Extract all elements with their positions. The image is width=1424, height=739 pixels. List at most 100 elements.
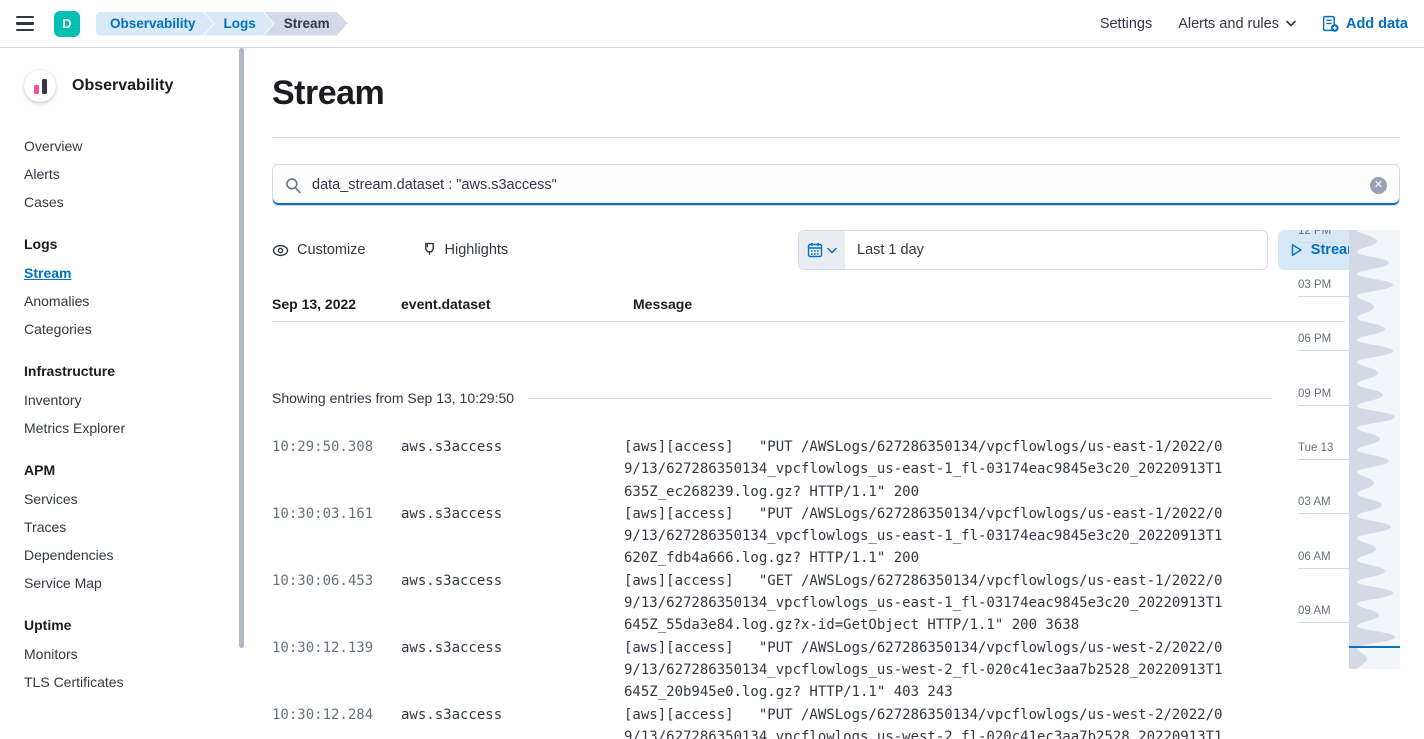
search-input[interactable]: [312, 177, 1370, 193]
table-header-divider: [272, 321, 1345, 322]
minimap-tick: [1298, 568, 1349, 569]
log-entries-list: 10:29:50.308aws.s3access[aws][access] "P…: [272, 436, 1400, 739]
sidebar-scrollbar[interactable]: [239, 48, 244, 648]
settings-button[interactable]: Settings: [1100, 16, 1152, 32]
sidebar-section-header-apm: APM: [24, 460, 248, 480]
minimap-tick: [1298, 513, 1349, 514]
menu-icon[interactable]: [16, 12, 40, 36]
add-data-button[interactable]: Add data: [1322, 15, 1408, 32]
sidebar-nav: Overview Alerts Cases Logs Stream Anomalies Ca…: [24, 136, 248, 692]
clear-search-icon[interactable]: ✕: [1370, 177, 1387, 194]
log-entry-row[interactable]: 10:30:12.139aws.s3access[aws][access] "P…: [272, 637, 1400, 704]
add-data-icon: [1322, 15, 1339, 32]
customize-button[interactable]: Customize: [272, 242, 366, 259]
log-entry-dataset: aws.s3access: [401, 637, 624, 704]
column-header-dataset[interactable]: event.dataset: [401, 296, 624, 312]
sidebar-item-alerts[interactable]: Alerts: [24, 164, 248, 184]
minimap-tick: [1298, 242, 1349, 243]
top-header: D ObservabilityLogsStream Settings Alert…: [0, 0, 1424, 48]
showing-entries-divider: [528, 398, 1272, 399]
breadcrumb-logs[interactable]: Logs: [204, 12, 274, 36]
minimap-time-label: 09 AM: [1298, 605, 1331, 617]
minimap-time-label: 06 PM: [1298, 333, 1331, 345]
search-bar: ✕: [272, 164, 1400, 206]
log-entry-dataset: aws.s3access: [401, 570, 624, 637]
calendar-icon: [807, 242, 823, 258]
breadcrumb-stream: Stream: [264, 12, 348, 36]
sidebar-section: InfrastructureInventoryMetrics Explorer: [24, 361, 248, 438]
log-entry-timestamp: 10:29:50.308: [272, 436, 401, 503]
minimap-position-marker[interactable]: [1349, 646, 1400, 648]
showing-entries-label: Showing entries from Sep 13, 10:29:50: [272, 390, 514, 406]
minimap-tick: [1298, 350, 1349, 351]
sidebar-item-metrics-explorer[interactable]: Metrics Explorer: [24, 418, 248, 438]
alerts-and-rules-button[interactable]: Alerts and rules: [1178, 16, 1296, 32]
sidebar-item-categories[interactable]: Categories: [24, 319, 248, 339]
minimap-density-svg: [1349, 230, 1400, 669]
minimap-time-label: 09 PM: [1298, 388, 1331, 400]
sidebar-app-title: Observability: [72, 77, 173, 95]
sidebar-item-overview[interactable]: Overview: [24, 136, 248, 156]
log-entry-row[interactable]: 10:30:12.284aws.s3access[aws][access] "P…: [272, 704, 1400, 739]
column-header-message[interactable]: Message: [633, 296, 1400, 312]
sidebar-item-monitors[interactable]: Monitors: [24, 644, 248, 664]
log-entry-message: [aws][access] "GET /AWSLogs/627286350134…: [624, 570, 1222, 637]
sidebar-item-stream[interactable]: Stream: [24, 263, 248, 283]
minimap-time-label: 12 PM: [1298, 230, 1331, 237]
sidebar-app-header[interactable]: Observability: [24, 70, 248, 102]
log-minimap[interactable]: 12 PM03 PM06 PM09 PMTue 1303 AM06 AM09 A…: [1288, 230, 1400, 669]
sidebar-item-cases[interactable]: Cases: [24, 192, 248, 212]
search-icon: [285, 177, 302, 194]
sidebar-item-tls-certificates[interactable]: TLS Certificates: [24, 672, 248, 692]
minimap-tick: [1298, 459, 1349, 460]
log-table-header: Sep 13, 2022 event.dataset Message: [272, 296, 1400, 312]
log-entry-row[interactable]: 10:29:50.308aws.s3access[aws][access] "P…: [272, 436, 1400, 503]
minimap-tick: [1298, 622, 1349, 623]
add-data-label: Add data: [1346, 16, 1408, 32]
customize-eye-icon: [272, 242, 289, 259]
sidebar-section: Overview Alerts Cases: [24, 136, 248, 212]
highlights-marker-icon: [422, 242, 437, 259]
page-title: Stream: [272, 74, 1400, 113]
chevron-down-icon: [827, 247, 837, 254]
minimap-density-chart[interactable]: [1349, 230, 1400, 669]
log-entry-dataset: aws.s3access: [401, 503, 624, 570]
minimap-time-label: 06 AM: [1298, 551, 1331, 563]
sidebar-section: Logs Stream Anomalies Categories: [24, 234, 248, 339]
log-entry-row[interactable]: 10:30:06.453aws.s3access[aws][access] "G…: [272, 570, 1400, 637]
log-entry-timestamp: 10:30:03.161: [272, 503, 401, 570]
sidebar-item-anomalies[interactable]: Anomalies: [24, 291, 248, 311]
sidebar-item-services[interactable]: Services: [24, 489, 248, 509]
sidebar-item-inventory[interactable]: Inventory: [24, 390, 248, 410]
time-range-value[interactable]: Last 1 day: [845, 231, 1267, 269]
sidebar-section-header-logs: Logs: [24, 234, 248, 254]
minimap-tick: [1298, 405, 1349, 406]
column-header-date[interactable]: Sep 13, 2022: [272, 296, 401, 312]
minimap-time-label: Tue 13: [1298, 442, 1333, 454]
settings-label: Settings: [1100, 16, 1152, 32]
log-entry-message: [aws][access] "PUT /AWSLogs/627286350134…: [624, 704, 1222, 739]
header-actions: Settings Alerts and rules Add data: [1100, 15, 1408, 32]
log-entry-message: [aws][access] "PUT /AWSLogs/627286350134…: [624, 503, 1222, 570]
observability-logo-icon: [24, 70, 56, 102]
space-badge[interactable]: D: [54, 11, 80, 37]
date-picker: Last 1 day: [798, 230, 1268, 270]
title-divider: [272, 137, 1400, 138]
minimap-time-label: 03 AM: [1298, 496, 1331, 508]
log-entry-timestamp: 10:30:12.139: [272, 637, 401, 704]
alerts-and-rules-label: Alerts and rules: [1178, 16, 1279, 32]
log-entry-timestamp: 10:30:12.284: [272, 704, 401, 739]
log-entry-dataset: aws.s3access: [401, 704, 624, 739]
date-picker-calendar-button[interactable]: [799, 231, 845, 269]
customize-label: Customize: [297, 242, 366, 258]
sidebar-item-traces[interactable]: Traces: [24, 517, 248, 537]
sidebar-item-service-map[interactable]: Service Map: [24, 573, 248, 593]
breadcrumb-observability[interactable]: Observability: [96, 12, 214, 36]
log-entry-timestamp: 10:30:06.453: [272, 570, 401, 637]
log-entry-row[interactable]: 10:30:03.161aws.s3access[aws][access] "P…: [272, 503, 1400, 570]
sidebar-section: APM Services Traces Dependencies Service Map: [24, 460, 248, 593]
sidebar-item-dependencies[interactable]: Dependencies: [24, 545, 248, 565]
sidebar: Observability Overview Alerts Cases Logs Str…: [0, 48, 248, 739]
highlights-button[interactable]: Highlights: [422, 242, 509, 259]
log-entry-dataset: aws.s3access: [401, 436, 624, 503]
